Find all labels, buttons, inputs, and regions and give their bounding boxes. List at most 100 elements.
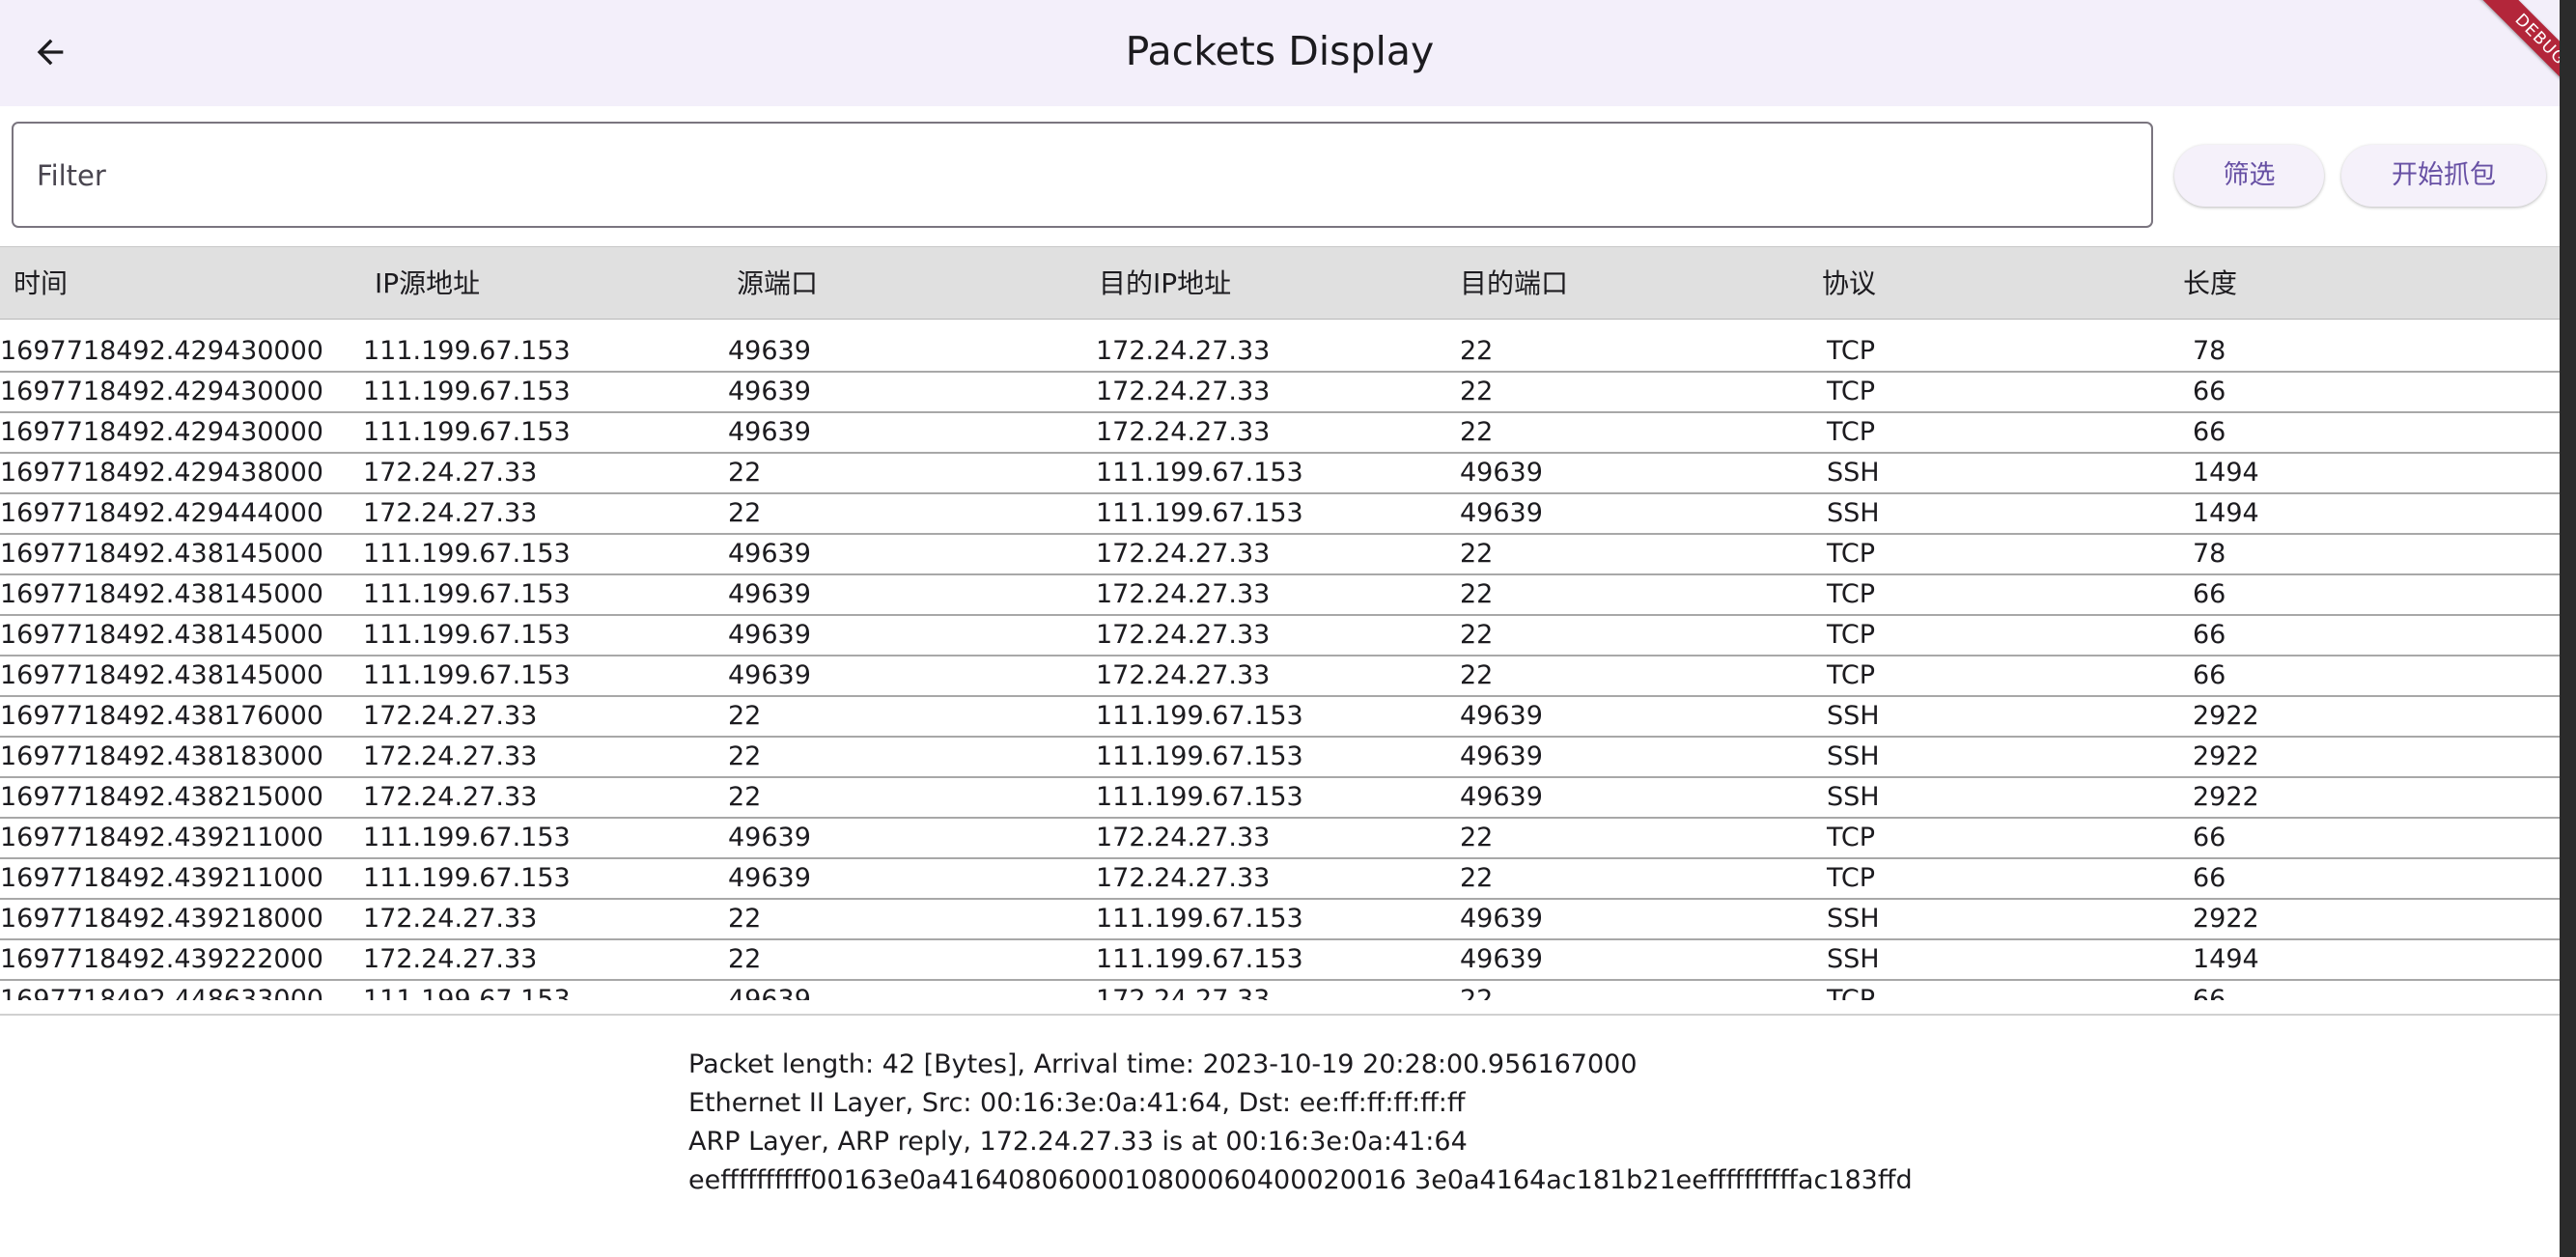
- cell-destination-ip: 111.199.67.153: [1096, 944, 1303, 974]
- table-row[interactable]: 1697718492.439211000 111.199.67.153 49639 1…: [0, 859, 2560, 900]
- table-row[interactable]: 1697718492.448633000 111.199.67.153 49639 1…: [0, 981, 2560, 1000]
- cell-length: 2922: [2193, 782, 2259, 812]
- cell-destination-port: 49639: [1460, 782, 1543, 812]
- cell-source-port: 49639: [728, 863, 811, 893]
- cell-source-port: 49639: [728, 579, 811, 609]
- cell-source-ip: 111.199.67.153: [363, 985, 571, 1000]
- cell-source-ip: 172.24.27.33: [363, 904, 538, 934]
- cell-destination-ip: 111.199.67.153: [1096, 458, 1303, 488]
- cell-time: 1697718492.438176000: [0, 701, 323, 731]
- cell-time: 1697718492.429430000: [0, 377, 323, 406]
- table-row[interactable]: 1697718492.429430000 111.199.67.153 49639 1…: [0, 413, 2560, 454]
- table-row[interactable]: 1697718492.438215000 172.24.27.33 22 111.19…: [0, 778, 2560, 819]
- packet-table[interactable]: 1697718492.429430000 111.199.67.153 49639 1…: [0, 332, 2560, 1000]
- cell-time: 1697718492.429430000: [0, 336, 323, 366]
- packet-details: Packet length: 42 [Bytes], Arrival time:…: [688, 1046, 2523, 1200]
- cell-protocol: TCP: [1827, 863, 1876, 893]
- table-row[interactable]: 1697718492.439222000 172.24.27.33 22 111.19…: [0, 940, 2560, 981]
- detail-raw-hex: eeffffffffff00163e0a41640806000108000604…: [688, 1165, 1913, 1195]
- cell-destination-ip: 111.199.67.153: [1096, 741, 1303, 771]
- cell-destination-port: 22: [1460, 660, 1494, 690]
- cell-destination-port: 22: [1460, 823, 1494, 852]
- cell-source-port: 49639: [728, 620, 811, 650]
- cell-source-ip: 111.199.67.153: [363, 377, 571, 406]
- cell-destination-ip: 111.199.67.153: [1096, 904, 1303, 934]
- cell-destination-port: 22: [1460, 539, 1494, 569]
- cell-protocol: SSH: [1827, 458, 1880, 488]
- table-row[interactable]: 1697718492.429430000 111.199.67.153 49639 1…: [0, 332, 2560, 373]
- cell-length: 78: [2193, 539, 2226, 569]
- start-capture-button[interactable]: 开始抓包: [2341, 145, 2546, 207]
- cell-time: 1697718492.438215000: [0, 782, 323, 812]
- cell-destination-port: 49639: [1460, 944, 1543, 974]
- cell-length: 1494: [2193, 944, 2259, 974]
- cell-source-port: 22: [728, 498, 762, 528]
- cell-source-ip: 172.24.27.33: [363, 741, 538, 771]
- cell-source-ip: 172.24.27.33: [363, 701, 538, 731]
- page-title: Packets Display: [1125, 28, 1435, 74]
- cell-protocol: SSH: [1827, 904, 1880, 934]
- cell-destination-ip: 111.199.67.153: [1096, 782, 1303, 812]
- cell-destination-port: 49639: [1460, 741, 1543, 771]
- cell-destination-ip: 172.24.27.33: [1096, 823, 1271, 852]
- table-row[interactable]: 1697718492.439218000 172.24.27.33 22 111.19…: [0, 900, 2560, 940]
- cell-destination-ip: 172.24.27.33: [1096, 863, 1271, 893]
- cell-protocol: SSH: [1827, 741, 1880, 771]
- cell-time: 1697718492.439218000: [0, 904, 323, 934]
- cell-destination-ip: 172.24.27.33: [1096, 620, 1271, 650]
- app-bar: Packets Display: [0, 0, 2560, 106]
- cell-protocol: SSH: [1827, 498, 1880, 528]
- table-row[interactable]: 1697718492.438176000 172.24.27.33 22 111.19…: [0, 697, 2560, 738]
- cell-source-ip: 111.199.67.153: [363, 620, 571, 650]
- cell-time: 1697718492.439222000: [0, 944, 323, 974]
- cell-source-ip: 172.24.27.33: [363, 944, 538, 974]
- cell-time: 1697718492.439211000: [0, 823, 323, 852]
- cell-protocol: TCP: [1827, 985, 1876, 1000]
- table-row[interactable]: 1697718492.438145000 111.199.67.153 49639 1…: [0, 575, 2560, 616]
- cell-destination-port: 49639: [1460, 904, 1543, 934]
- cell-source-port: 22: [728, 904, 762, 934]
- cell-protocol: SSH: [1827, 701, 1880, 731]
- cell-destination-port: 22: [1460, 579, 1494, 609]
- cell-source-ip: 172.24.27.33: [363, 458, 538, 488]
- cell-source-port: 49639: [728, 823, 811, 852]
- cell-length: 78: [2193, 336, 2226, 366]
- cell-source-ip: 111.199.67.153: [363, 579, 571, 609]
- table-row[interactable]: 1697718492.429444000 172.24.27.33 22 111.19…: [0, 494, 2560, 535]
- column-header-destination-port: 目的端口: [1460, 267, 1569, 299]
- cell-source-port: 49639: [728, 985, 811, 1000]
- cell-destination-ip: 172.24.27.33: [1096, 539, 1271, 569]
- cell-destination-port: 49639: [1460, 458, 1543, 488]
- cell-destination-port: 22: [1460, 336, 1494, 366]
- cell-protocol: TCP: [1827, 336, 1876, 366]
- table-row[interactable]: 1697718492.438145000 111.199.67.153 49639 1…: [0, 616, 2560, 656]
- cell-source-ip: 111.199.67.153: [363, 823, 571, 852]
- table-header: 时间 IP源地址 源端口 目的IP地址 目的端口 协议 长度: [0, 246, 2560, 320]
- table-row[interactable]: 1697718492.429430000 111.199.67.153 49639 1…: [0, 373, 2560, 413]
- cell-protocol: TCP: [1827, 417, 1876, 447]
- column-header-destination-ip: 目的IP地址: [1099, 267, 1232, 299]
- table-row[interactable]: 1697718492.438183000 172.24.27.33 22 111.19…: [0, 738, 2560, 778]
- cell-source-ip: 172.24.27.33: [363, 782, 538, 812]
- table-row[interactable]: 1697718492.429438000 172.24.27.33 22 111.19…: [0, 454, 2560, 494]
- cell-source-ip: 111.199.67.153: [363, 863, 571, 893]
- filter-input[interactable]: [35, 124, 2134, 228]
- cell-time: 1697718492.429438000: [0, 458, 323, 488]
- cell-destination-port: 22: [1460, 377, 1494, 406]
- detail-arp-layer: ARP Layer, ARP reply, 172.24.27.33 is at…: [688, 1127, 1468, 1157]
- table-row[interactable]: 1697718492.439211000 111.199.67.153 49639 1…: [0, 819, 2560, 859]
- cell-protocol: TCP: [1827, 660, 1876, 690]
- cell-time: 1697718492.438145000: [0, 620, 323, 650]
- cell-length: 66: [2193, 620, 2226, 650]
- cell-length: 66: [2193, 863, 2226, 893]
- filter-field[interactable]: [12, 122, 2153, 228]
- cell-source-port: 22: [728, 782, 762, 812]
- cell-destination-ip: 172.24.27.33: [1096, 660, 1271, 690]
- table-row[interactable]: 1697718492.438145000 111.199.67.153 49639 1…: [0, 535, 2560, 575]
- cell-protocol: TCP: [1827, 823, 1876, 852]
- cell-source-port: 49639: [728, 417, 811, 447]
- table-row[interactable]: 1697718492.438145000 111.199.67.153 49639 1…: [0, 656, 2560, 697]
- cell-source-port: 49639: [728, 660, 811, 690]
- cell-protocol: TCP: [1827, 377, 1876, 406]
- filter-button[interactable]: 筛选: [2174, 145, 2324, 207]
